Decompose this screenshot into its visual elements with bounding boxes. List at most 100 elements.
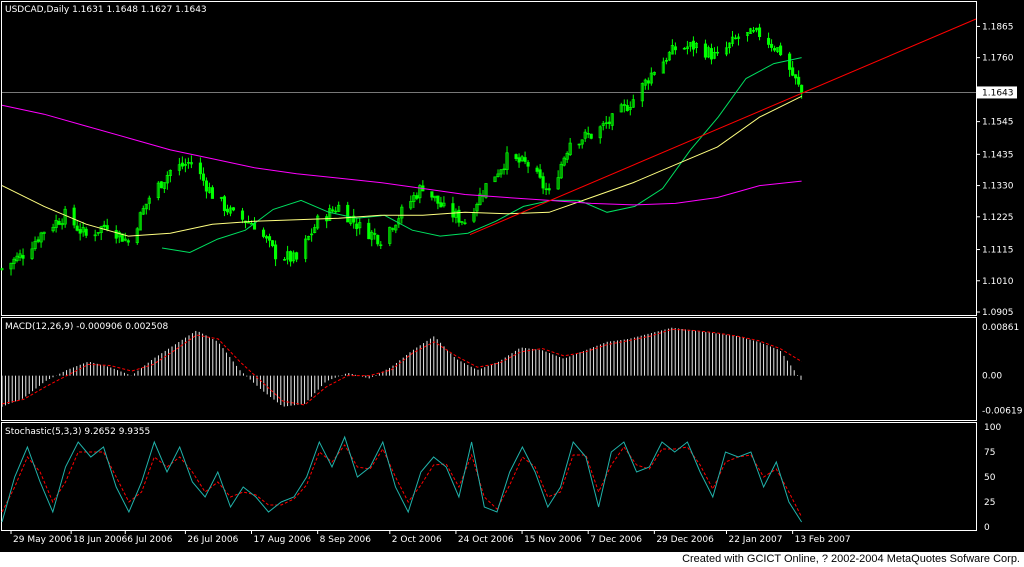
candle-body	[682, 47, 686, 50]
candle-body	[105, 225, 109, 230]
candle-body	[773, 48, 777, 51]
candle-body	[797, 76, 801, 85]
candle-body	[78, 229, 82, 234]
candle-body	[331, 209, 335, 212]
candle-body	[283, 259, 287, 261]
candle-body	[586, 133, 590, 135]
candle-body	[523, 157, 527, 162]
candle-body	[274, 244, 278, 260]
candle-body	[457, 209, 461, 223]
credit-text: Created with GCICT Online, ? 2002-2004 M…	[682, 553, 1020, 565]
candle-body	[788, 53, 792, 70]
candle-body	[758, 27, 762, 38]
macd-tick-label: -0.00619	[982, 407, 1023, 417]
candle-body	[373, 233, 377, 235]
candle-body	[625, 105, 629, 111]
candle-body	[240, 210, 245, 220]
candle-body	[36, 239, 40, 242]
x-tick-label: 29 Dec 2006	[656, 535, 714, 545]
candle-body	[264, 236, 269, 239]
candle-body	[517, 157, 521, 163]
candle-body	[751, 30, 756, 32]
candle-body	[72, 207, 76, 226]
price-tick-label: 1.1330	[982, 182, 1014, 192]
candle-body	[249, 222, 254, 225]
stoch-tick-label: 0	[984, 523, 990, 533]
candle-body	[779, 45, 783, 56]
candle-body	[391, 228, 395, 230]
candle-body	[415, 195, 419, 199]
x-tick-label: 26 Jul 2006	[187, 535, 238, 545]
candle-body	[733, 37, 738, 40]
candle-body	[231, 207, 236, 211]
price-tick-label: 1.1010	[982, 277, 1014, 287]
candle-body	[436, 195, 440, 204]
price-tick-label: 1.1865	[982, 22, 1014, 32]
candle-body	[0, 268, 4, 270]
candle-body	[526, 162, 530, 167]
candle-body	[535, 167, 539, 172]
candle-body	[691, 40, 695, 50]
candle-body	[544, 188, 548, 190]
candle-body	[430, 191, 434, 198]
candle-body	[439, 202, 443, 208]
x-tick-label: 29 May 2006	[13, 535, 72, 545]
x-tick-label: 18 Jun 2006	[73, 535, 127, 545]
candle-body	[210, 187, 214, 199]
candle-body	[367, 222, 371, 240]
candle-body	[114, 230, 118, 239]
x-tick-label: 6 Jul 2006	[127, 535, 172, 545]
price-tick-label: 1.1435	[982, 150, 1014, 160]
candle-body	[800, 84, 804, 93]
candle-body	[126, 240, 130, 243]
candle-body	[703, 43, 707, 58]
candle-body	[57, 220, 61, 225]
candle-body	[709, 48, 714, 60]
macd-tick-label: 0.00861	[982, 323, 1019, 333]
candle-body	[538, 169, 542, 178]
candle-body	[604, 122, 608, 124]
stoch-tick-label: 100	[984, 423, 1001, 433]
candle-body	[267, 236, 272, 241]
candle-body	[607, 121, 611, 124]
candle-body	[75, 225, 79, 231]
candle-body	[346, 204, 350, 223]
candle-body	[295, 252, 299, 260]
stoch-title: Stochastic(5,3,3) 9.2652 9.9355	[5, 427, 150, 437]
x-tick-label: 22 Jan 2007	[728, 535, 782, 545]
chart-root: USDCAD,Daily 1.1631 1.1648 1.1627 1.1643…	[0, 0, 1024, 567]
candle-body	[159, 181, 163, 189]
candle-body	[84, 228, 88, 236]
candle-body	[715, 51, 720, 54]
macd-title: MACD(12,26,9) -0.000906 0.002508	[5, 322, 168, 332]
x-tick-label: 17 Aug 2006	[254, 535, 312, 545]
price-tick-label: 1.1115	[982, 246, 1014, 256]
price-title: USDCAD,Daily 1.1631 1.1648 1.1627 1.1643	[5, 5, 207, 15]
candle-body	[102, 224, 106, 227]
candle-body	[770, 43, 774, 48]
x-tick-label: 8 Sep 2006	[320, 535, 372, 545]
candle-body	[180, 162, 184, 167]
candle-body	[334, 210, 338, 213]
candle-body	[201, 173, 205, 181]
candle-body	[379, 244, 383, 246]
candle-body	[355, 223, 359, 230]
candle-body	[791, 67, 795, 76]
candle-body	[376, 234, 380, 245]
price-tick-label: 1.1225	[982, 213, 1014, 223]
candle-body	[541, 176, 545, 189]
macd-tick-label: 0.00	[982, 372, 1002, 382]
x-tick-label: 2 Oct 2006	[392, 535, 442, 545]
candle-body	[225, 208, 230, 213]
chart-background	[0, 0, 1024, 552]
candle-body	[589, 133, 593, 139]
candle-body	[451, 203, 455, 218]
stoch-tick-label: 75	[984, 448, 995, 458]
current-price-label: 1.1643	[982, 88, 1014, 98]
candle-body	[261, 229, 266, 237]
candle-body	[289, 251, 293, 262]
x-tick-label: 7 Dec 2006	[590, 535, 642, 545]
candle-body	[547, 188, 551, 191]
candle-body	[204, 180, 208, 192]
stoch-tick-label: 25	[984, 498, 995, 508]
